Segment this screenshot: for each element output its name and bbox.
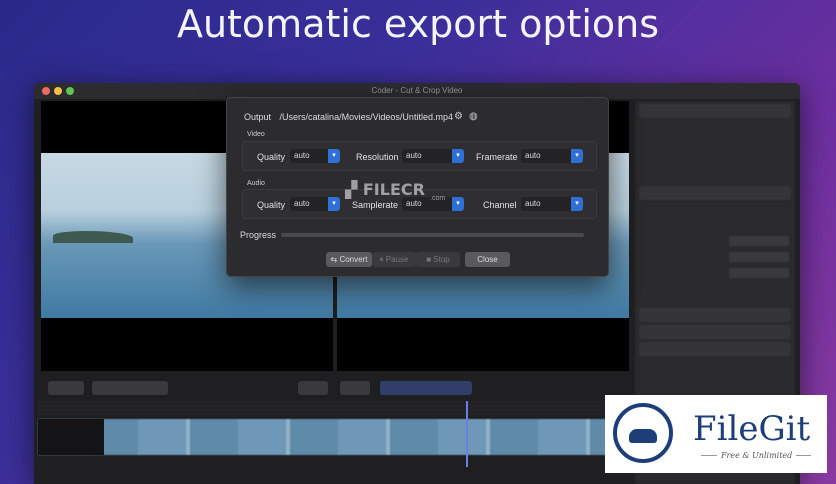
filecr-text: FILECR bbox=[362, 180, 425, 199]
framerate-label: Framerate bbox=[476, 152, 518, 162]
filecr-watermark: ▞ FILECR bbox=[345, 180, 425, 199]
convert-button[interactable]: ⇆ Convert bbox=[326, 252, 372, 267]
video-quality-value: auto bbox=[294, 151, 310, 160]
crop-section-header[interactable] bbox=[639, 308, 791, 322]
close-label: Close bbox=[477, 255, 498, 264]
samplerate-value: auto bbox=[406, 199, 422, 208]
resolution-value: auto bbox=[406, 151, 422, 160]
framerate-value: auto bbox=[525, 151, 541, 160]
progress-bar bbox=[281, 233, 584, 237]
inspector-row bbox=[641, 268, 789, 280]
inspector-row bbox=[641, 170, 789, 182]
step-forward-button[interactable] bbox=[340, 381, 370, 395]
channel-value: auto bbox=[525, 199, 541, 208]
inspector-row bbox=[641, 220, 789, 232]
filegit-emblem bbox=[613, 403, 673, 463]
timecode-display bbox=[380, 381, 472, 395]
chevron-down-icon: ▾ bbox=[452, 149, 464, 163]
progress-label: Progress bbox=[240, 230, 277, 240]
timeline-playhead[interactable] bbox=[466, 401, 468, 467]
channel-select[interactable]: auto ▾ bbox=[521, 197, 583, 211]
headline: Automatic export options bbox=[176, 2, 660, 46]
audio-quality-label: Quality bbox=[257, 200, 286, 210]
video-frame-island bbox=[53, 231, 133, 243]
timeline-filmstrip[interactable] bbox=[38, 419, 632, 455]
convert-label: Convert bbox=[339, 255, 368, 264]
step-back-button[interactable] bbox=[298, 381, 328, 395]
resolution-select[interactable]: auto ▾ bbox=[402, 149, 464, 163]
channel-label: Channel bbox=[483, 200, 517, 210]
resolution-label: Resolution bbox=[356, 152, 399, 162]
output-label: Output bbox=[244, 112, 272, 122]
filegit-name: FileGit bbox=[693, 409, 811, 449]
audio-quality-select[interactable]: auto ▾ bbox=[290, 197, 340, 211]
close-button[interactable]: Close bbox=[465, 252, 510, 267]
audio-quality-value: auto bbox=[294, 199, 310, 208]
timeline-ruler[interactable] bbox=[38, 401, 632, 415]
mark-button[interactable] bbox=[92, 381, 168, 395]
inspector-row bbox=[641, 138, 789, 150]
inspector-row bbox=[641, 284, 789, 296]
chevron-down-icon: ▾ bbox=[571, 149, 583, 163]
audio-group-title: Audio bbox=[247, 180, 265, 187]
window-title: Coder - Cut & Crop Video bbox=[371, 86, 463, 95]
inspector-row bbox=[641, 122, 789, 134]
stop-button[interactable]: ■ Stop bbox=[416, 252, 460, 267]
inspector-row bbox=[641, 236, 789, 248]
pause-label: Pause bbox=[385, 255, 409, 264]
filecr-sub: .com bbox=[430, 195, 446, 202]
video-quality-label: Quality bbox=[257, 152, 286, 162]
pause-button[interactable]: ⏸ Pause bbox=[372, 252, 416, 267]
audio-section-header[interactable] bbox=[639, 104, 791, 118]
gear-icon[interactable]: ⚙ bbox=[454, 111, 463, 122]
rotate-section-header[interactable] bbox=[639, 325, 791, 339]
chevron-down-icon: ▾ bbox=[328, 197, 340, 211]
chevron-down-icon: ▾ bbox=[452, 197, 464, 211]
video-quality-select[interactable]: auto ▾ bbox=[290, 149, 340, 163]
filegit-logo: FileGit Free & Unlimited bbox=[605, 395, 827, 473]
effect-section-header[interactable] bbox=[639, 342, 791, 356]
cut-section-header[interactable] bbox=[639, 186, 791, 200]
inspector-row bbox=[641, 252, 789, 264]
timeline-filmstrip-start bbox=[38, 419, 104, 455]
cloud-icon bbox=[629, 429, 657, 443]
chevron-down-icon: ▾ bbox=[571, 197, 583, 211]
output-path[interactable]: /Users/catalina/Movies/Videos/Untitled.m… bbox=[280, 112, 453, 122]
inspector-row bbox=[641, 154, 789, 166]
inspector-row bbox=[641, 204, 789, 216]
playback-controls bbox=[34, 379, 634, 397]
video-group-title: Video bbox=[247, 131, 265, 138]
stop-label: Stop bbox=[433, 255, 450, 264]
add-button[interactable] bbox=[48, 381, 84, 395]
video-options-group: Quality auto ▾ Resolution auto ▾ Framera… bbox=[242, 141, 597, 171]
filegit-tagline: Free & Unlimited bbox=[717, 451, 797, 460]
globe-icon[interactable]: ◍ bbox=[469, 111, 478, 122]
samplerate-label: Samplerate bbox=[352, 200, 399, 210]
output-row: Output /Users/catalina/Movies/Videos/Unt… bbox=[244, 112, 453, 122]
chevron-down-icon: ▾ bbox=[328, 149, 340, 163]
framerate-select[interactable]: auto ▾ bbox=[521, 149, 583, 163]
